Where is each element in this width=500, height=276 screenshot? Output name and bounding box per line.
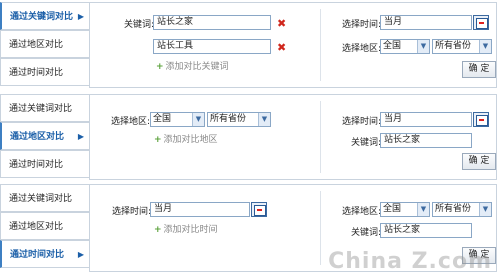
region-value: 全国 (383, 41, 402, 51)
chevron-down-icon: ▼ (479, 203, 491, 216)
keyword-input[interactable]: 站长之家 (380, 133, 472, 148)
panel-keyword-compare: 通过关键词对比 ▶ 通过地区对比 通过时间对比 关键词: 站长之家 ✖ 站长工具… (0, 0, 500, 92)
add-keyword-link[interactable]: + 添加对比关键词 (156, 59, 229, 72)
select-time-label: 选择时间: (341, 117, 381, 127)
chevron-down-icon: ▼ (417, 203, 429, 216)
add-time-link[interactable]: + 添加对比时间 (154, 222, 218, 235)
keyword-label: 关键词: (350, 228, 381, 238)
time-input[interactable]: 当月 (150, 202, 250, 217)
calendar-icon[interactable] (473, 15, 489, 30)
arrow-right-icon: ▶ (77, 12, 84, 21)
panel-body: 关键词: 站长之家 ✖ 站长工具 ✖ + 添加对比关键词 选择时间: 当月 选择地… (89, 2, 497, 88)
province-select[interactable]: 所有省份 ▼ (432, 39, 492, 54)
remove-x-icon[interactable]: ✖ (277, 42, 286, 53)
time-input[interactable]: 当月 (380, 112, 472, 127)
chevron-down-icon: ▼ (258, 113, 270, 126)
select-time-label: 选择时间: (111, 207, 151, 217)
region-value: 全国 (383, 204, 402, 214)
tab-time-compare[interactable]: 通过时间对比 (0, 58, 90, 86)
chevron-down-icon: ▼ (479, 40, 491, 53)
province-select[interactable]: 所有省份 ▼ (432, 202, 492, 217)
tab-region-compare[interactable]: 通过地区对比 (0, 212, 90, 240)
tab-label: 通过时间对比 (10, 250, 65, 260)
tab-keyword-compare[interactable]: 通过关键词对比 ▶ (0, 2, 90, 30)
tab-region-compare[interactable]: 通过地区对比 (0, 30, 90, 58)
plus-icon: + (154, 225, 162, 235)
tab-keyword-compare[interactable]: 通过关键词对比 (0, 94, 90, 122)
keyword-label: 关键词: (350, 138, 381, 148)
calendar-icon[interactable] (251, 202, 267, 217)
tab-label: 通过关键词对比 (10, 12, 74, 22)
confirm-button[interactable]: 确 定 (462, 153, 496, 170)
tab-label: 通过地区对比 (10, 132, 65, 142)
select-region-label: 选择地区: (341, 44, 381, 54)
region-value: 全国 (153, 114, 172, 124)
time-input[interactable]: 当月 (380, 15, 472, 30)
tab-region-compare[interactable]: 通过地区对比 ▶ (0, 122, 90, 150)
tab-label: 通过时间对比 (9, 160, 64, 170)
province-value: 所有省份 (435, 41, 472, 51)
add-keyword-label: 添加对比关键词 (165, 62, 229, 72)
confirm-button[interactable]: 确 定 (462, 61, 496, 78)
region-select[interactable]: 全国 ▼ (380, 39, 430, 54)
add-region-link[interactable]: + 添加对比地区 (154, 132, 218, 145)
tab-label: 通过关键词对比 (9, 194, 73, 204)
plus-icon: + (156, 62, 164, 72)
chevron-down-icon: ▼ (417, 40, 429, 53)
calendar-icon[interactable] (473, 112, 489, 127)
region-select[interactable]: 全国 ▼ (150, 112, 205, 127)
plus-icon: + (154, 135, 162, 145)
province-value: 所有省份 (435, 204, 472, 214)
select-time-label: 选择时间: (341, 20, 381, 30)
select-region-label: 选择地区: (110, 117, 150, 127)
divider (320, 9, 321, 81)
keyword-input-1[interactable]: 站长之家 (153, 15, 271, 30)
keyword-input-2[interactable]: 站长工具 (153, 39, 271, 54)
watermark-logo: China Z.com (328, 249, 492, 274)
chevron-down-icon: ▼ (192, 113, 204, 126)
panel-region-compare: 通过关键词对比 通过地区对比 ▶ 通过时间对比 选择地区: 全国 ▼ 所有省份 … (0, 94, 500, 182)
region-select[interactable]: 全国 ▼ (380, 202, 430, 217)
add-region-label: 添加对比地区 (163, 135, 218, 145)
arrow-right-icon: ▶ (77, 250, 84, 259)
province-select[interactable]: 所有省份 ▼ (207, 112, 271, 127)
keyword-input[interactable]: 站长之家 (380, 223, 472, 238)
divider (320, 101, 321, 173)
select-region-label: 选择地区: (341, 207, 381, 217)
remove-x-icon[interactable]: ✖ (277, 18, 286, 29)
tab-time-compare[interactable]: 通过时间对比 (0, 150, 90, 178)
add-time-label: 添加对比时间 (163, 225, 218, 235)
arrow-right-icon: ▶ (77, 132, 84, 141)
province-value: 所有省份 (210, 114, 247, 124)
keyword-label: 关键词: (123, 20, 154, 30)
tab-label: 通过关键词对比 (9, 104, 73, 114)
tab-label: 通过时间对比 (9, 68, 64, 78)
tab-keyword-compare[interactable]: 通过关键词对比 (0, 184, 90, 212)
tab-label: 通过地区对比 (9, 40, 64, 50)
tab-label: 通过地区对比 (9, 222, 64, 232)
tab-time-compare[interactable]: 通过时间对比 ▶ (0, 240, 90, 268)
panel-body: 选择地区: 全国 ▼ 所有省份 ▼ + 添加对比地区 选择时间: 当月 关键词: … (89, 94, 497, 180)
divider (320, 191, 321, 265)
